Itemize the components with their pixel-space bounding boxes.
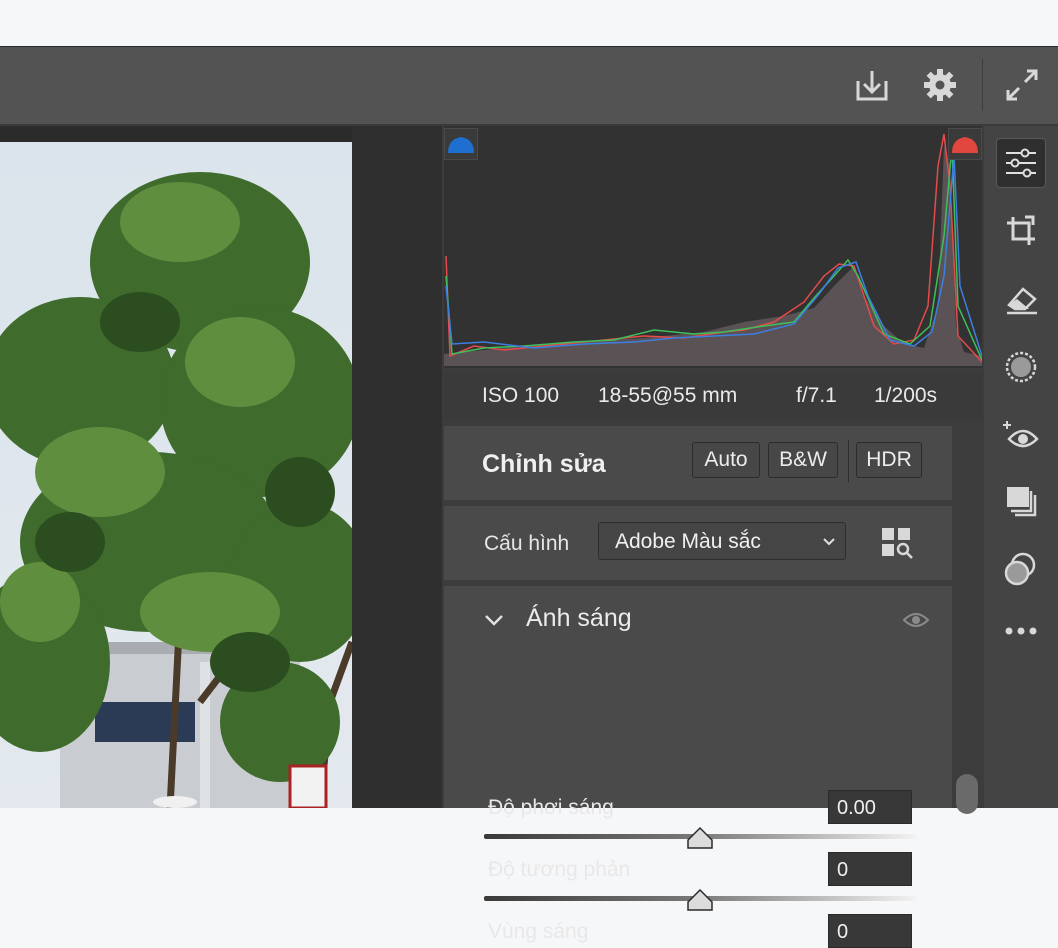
tool-rail [984, 126, 1058, 808]
toolbar-divider [982, 59, 983, 111]
eye-icon [902, 613, 930, 627]
profile-select[interactable]: Adobe Màu sắc [598, 522, 846, 560]
crop-tool-button[interactable] [996, 206, 1046, 256]
masking-tool-button[interactable] [996, 342, 1046, 392]
exposure-label: Độ phơi sáng [488, 796, 614, 819]
edit-title: Chỉnh sửa [482, 450, 606, 478]
shadow-clipping-button[interactable] [444, 128, 478, 160]
exif-info-bar: ISO 100 18-55@55 mm f/7.1 1/200s [444, 372, 982, 420]
histogram-graph [444, 133, 983, 366]
highlight-clipping-button[interactable] [948, 128, 982, 160]
exif-lens: 18-55@55 mm [598, 384, 738, 407]
eraser-icon [1007, 287, 1037, 315]
highlight-clip-icon [952, 137, 978, 153]
save-icon [856, 71, 888, 101]
light-section: Ánh sáng Độ phơi sáng 0.00 Độ tương phản… [444, 586, 952, 948]
edit-panel: ISO 100 18-55@55 mm f/7.1 1/200s Chỉnh s… [442, 126, 984, 948]
auto-button[interactable]: Auto [692, 442, 760, 478]
more-icon [1005, 627, 1037, 635]
crop-icon [1007, 215, 1035, 245]
workspace: ISO 100 18-55@55 mm f/7.1 1/200s Chỉnh s… [0, 126, 1058, 948]
panel-scrollbar[interactable] [956, 774, 978, 814]
edit-tool-button[interactable] [996, 138, 1046, 188]
shadow-clip-icon [448, 137, 474, 153]
healing-tool-button[interactable] [996, 274, 1046, 324]
expand-icon [1006, 69, 1038, 101]
save-image-button[interactable] [852, 65, 892, 105]
grid-search-icon [882, 528, 913, 559]
edit-sliders-icon [1006, 148, 1036, 178]
contrast-label: Độ tương phản [488, 858, 631, 881]
edit-header-section: Chỉnh sửa Auto B&W HDR [444, 426, 952, 500]
exposure-slider-thumb[interactable] [686, 826, 714, 850]
redeye-tool-button[interactable] [996, 410, 1046, 460]
contrast-input[interactable]: 0 [828, 852, 912, 886]
mask-icon [1005, 351, 1037, 383]
histogram [444, 126, 983, 368]
top-toolbar [0, 47, 1058, 126]
window-top-strip [0, 0, 1058, 47]
exif-shutter: 1/200s [874, 384, 938, 407]
snapshots-icon [1004, 552, 1036, 586]
canvas-margin [352, 126, 442, 808]
presets-icon [1007, 487, 1037, 517]
fullscreen-button[interactable] [1002, 65, 1042, 105]
redeye-icon [1003, 421, 1039, 448]
gear-icon [924, 69, 956, 101]
highlights-label: Vùng sáng [488, 920, 589, 943]
photo-canvas [0, 172, 352, 808]
profile-section: Cấu hình Adobe Màu sắc [444, 506, 952, 580]
profile-browser-button[interactable] [880, 526, 914, 560]
chevron-down-icon [485, 615, 503, 626]
presets-tool-button[interactable] [996, 476, 1046, 526]
image-preview[interactable] [0, 142, 352, 808]
hdr-button[interactable]: HDR [856, 442, 922, 478]
profile-label: Cấu hình [484, 532, 570, 555]
chevron-down-icon [823, 538, 835, 546]
snapshots-tool-button[interactable] [996, 544, 1046, 594]
settings-button[interactable] [920, 65, 960, 105]
highlights-input[interactable]: 0 [828, 914, 912, 948]
light-title: Ánh sáng [526, 604, 632, 632]
light-collapse-toggle[interactable] [482, 608, 506, 637]
exif-iso: ISO 100 [482, 384, 560, 407]
light-visibility-toggle[interactable] [902, 610, 930, 635]
pill-divider [848, 440, 849, 482]
exposure-input[interactable]: 0.00 [828, 790, 912, 824]
more-options-button[interactable] [996, 606, 1046, 656]
contrast-slider-thumb[interactable] [686, 888, 714, 912]
bw-button[interactable]: B&W [768, 442, 838, 478]
profile-value: Adobe Màu sắc [615, 530, 761, 553]
exif-aperture: f/7.1 [796, 384, 837, 407]
